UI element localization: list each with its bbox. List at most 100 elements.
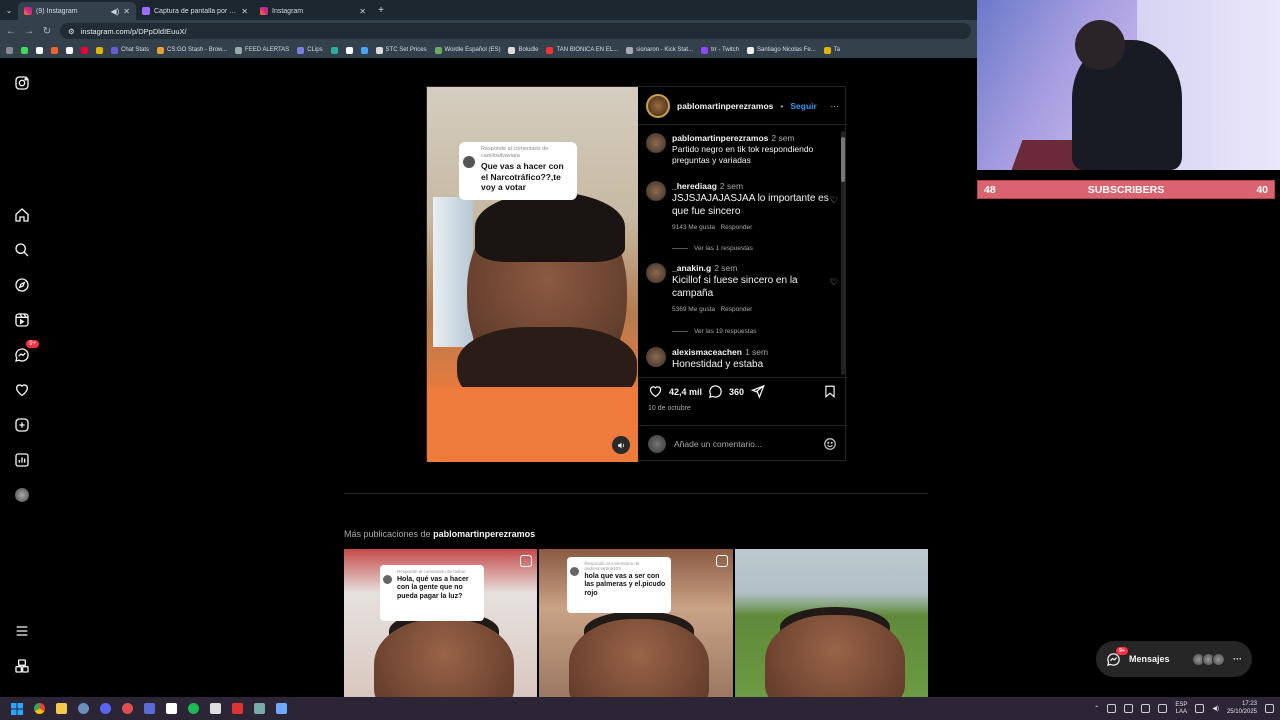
volume-tray-icon[interactable]: ◀) xyxy=(1212,705,1219,712)
save-icon[interactable] xyxy=(823,384,837,399)
author-avatar[interactable] xyxy=(646,93,670,118)
view-replies-link[interactable]: Ver las 1 respuestas xyxy=(672,245,753,252)
tab-close-icon[interactable]: ✕ xyxy=(359,7,366,16)
post-thumbnail[interactable]: Responde al comentario de andresmartin54… xyxy=(539,549,733,697)
likes-count[interactable]: 42,4 mil xyxy=(669,387,702,397)
notifications-tray-icon[interactable] xyxy=(1265,704,1274,713)
bookmark-kick-stats[interactable]: sionaron - Kick Stat... xyxy=(626,46,693,54)
forward-icon[interactable]: → xyxy=(24,26,34,37)
file-explorer-icon[interactable] xyxy=(50,697,72,720)
bookmark-icon[interactable] xyxy=(330,46,338,54)
app-icon[interactable] xyxy=(226,697,248,720)
scrollbar-thumb[interactable] xyxy=(841,137,845,182)
capcut-icon[interactable] xyxy=(160,697,182,720)
tab-instagram[interactable]: Instagram ✕ xyxy=(254,2,372,20)
reload-icon[interactable]: ↻ xyxy=(42,26,52,37)
tray-overflow-icon[interactable]: ⌃ xyxy=(1094,705,1099,712)
tab-close-icon[interactable]: ✕ xyxy=(123,7,130,16)
create-icon[interactable] xyxy=(13,416,31,434)
app-icon[interactable] xyxy=(248,697,270,720)
messages-button[interactable]: 9+ Mensajes ··· xyxy=(1096,641,1252,677)
bookmark-tiktok[interactable]: Santiago Nicolas Fe... xyxy=(746,46,816,54)
obs-icon[interactable] xyxy=(138,697,160,720)
bookmark-chat-stats[interactable]: Chat Stats xyxy=(111,46,149,54)
network-icon[interactable] xyxy=(1195,704,1205,713)
comment-avatar[interactable] xyxy=(646,263,666,283)
dashboard-icon[interactable] xyxy=(13,451,31,469)
like-comment-icon[interactable]: ♡ xyxy=(830,277,838,288)
bookmark-more[interactable]: Ta xyxy=(823,46,840,54)
post-thumbnail[interactable] xyxy=(734,549,928,697)
reply-link[interactable]: Responder xyxy=(720,224,752,231)
bookmark-icon[interactable] xyxy=(51,46,58,54)
bookmark-wordle[interactable]: Wordle Español (ES) xyxy=(434,46,500,54)
address-bar[interactable]: ⚙ instagram.com/p/DPpDldIEuuX/ xyxy=(60,23,971,39)
home-icon[interactable] xyxy=(13,206,31,224)
comment-avatar[interactable] xyxy=(646,347,666,367)
comment-username[interactable]: alexismaceachen xyxy=(672,347,742,357)
bookmark-icon[interactable] xyxy=(21,46,28,54)
bookmark-icon[interactable] xyxy=(81,46,88,54)
bookmark-icon[interactable] xyxy=(36,46,43,54)
emoji-icon[interactable] xyxy=(823,437,837,451)
language-indicator[interactable]: ESP LAA xyxy=(1175,702,1187,715)
bookmark-boludle[interactable]: Boludle xyxy=(508,46,538,54)
apps-icon[interactable] xyxy=(6,46,13,54)
like-icon[interactable] xyxy=(648,384,663,399)
steam-icon[interactable] xyxy=(72,697,94,720)
comment-username[interactable]: pablomartinperezramos xyxy=(672,133,768,143)
search-icon[interactable] xyxy=(13,241,31,259)
author-username[interactable]: pablomartinperezramos xyxy=(677,101,773,111)
tray-app-icon[interactable] xyxy=(1158,704,1168,713)
bookmark-icon[interactable] xyxy=(66,46,73,54)
bookmark-icon[interactable] xyxy=(345,46,353,54)
comments-scrollbar[interactable] xyxy=(841,131,845,375)
bookmark-csgo-stash[interactable]: CS:GO Stash - Brow... xyxy=(157,46,227,54)
more-options-icon[interactable]: ··· xyxy=(831,101,840,111)
back-icon[interactable]: ← xyxy=(6,26,16,37)
explore-icon[interactable] xyxy=(13,276,31,294)
post-thumbnail[interactable]: Responde al comentario de tasbur Hola, q… xyxy=(344,549,538,697)
more-menu-icon[interactable] xyxy=(13,622,31,640)
comment-avatar[interactable] xyxy=(646,133,666,153)
comment-avatar[interactable] xyxy=(646,181,666,201)
follow-button[interactable]: Seguir xyxy=(790,101,823,111)
bookmark-icon[interactable] xyxy=(360,46,368,54)
spotify-icon[interactable] xyxy=(182,697,204,720)
app-icon[interactable] xyxy=(270,697,292,720)
tab-close-icon[interactable]: ✕ xyxy=(241,7,248,16)
instagram-logo-icon[interactable] xyxy=(13,74,31,92)
app-icon[interactable] xyxy=(116,697,138,720)
notifications-icon[interactable] xyxy=(13,381,31,399)
like-comment-icon[interactable]: ♡ xyxy=(830,195,838,206)
chrome-icon[interactable] xyxy=(28,697,50,720)
start-icon[interactable] xyxy=(6,697,28,720)
profile-avatar[interactable] xyxy=(13,486,31,504)
volume-icon[interactable] xyxy=(612,436,630,454)
clock[interactable]: 17:23 25/10/2025 xyxy=(1227,701,1257,715)
more-posts-user[interactable]: pablomartinperezramos xyxy=(433,529,535,539)
discord-icon[interactable] xyxy=(94,697,116,720)
bookmark-feed-alertas[interactable]: FEED ALERTAS xyxy=(235,46,289,54)
tab-audio-icon[interactable]: ◀) xyxy=(110,7,119,16)
reels-icon[interactable] xyxy=(13,311,31,329)
messages-icon[interactable]: 9+ xyxy=(13,340,39,364)
site-info-icon[interactable]: ⚙ xyxy=(68,27,75,36)
bookmark-twitch[interactable]: trr - Twitch xyxy=(701,46,739,54)
tab-instagram-active[interactable]: (9) Instagram ◀) ✕ xyxy=(18,2,136,20)
bookmark-stc[interactable]: STC Set Prices xyxy=(375,46,427,54)
also-from-meta-icon[interactable] xyxy=(13,657,31,675)
comment-username[interactable]: _anakin.g xyxy=(672,263,711,273)
bookmark-tan-bionica[interactable]: TAN BIONICA EN EL... xyxy=(546,46,618,54)
tray-app-icon[interactable] xyxy=(1107,704,1117,713)
tray-app-icon[interactable] xyxy=(1141,704,1151,713)
post-video[interactable]: Responde al comentario de camilosilvavia… xyxy=(427,87,638,462)
tab-lightshot[interactable]: Captura de pantalla por Lightshot ✕ xyxy=(136,2,254,20)
comment-icon[interactable] xyxy=(708,384,723,399)
tab-search-icon[interactable]: ⌄ xyxy=(0,6,18,15)
app-icon[interactable] xyxy=(204,697,226,720)
bookmark-icon[interactable] xyxy=(96,46,103,54)
bookmark-clips[interactable]: CLips xyxy=(297,46,323,54)
reply-link[interactable]: Responder xyxy=(720,306,752,313)
share-icon[interactable] xyxy=(750,384,765,399)
